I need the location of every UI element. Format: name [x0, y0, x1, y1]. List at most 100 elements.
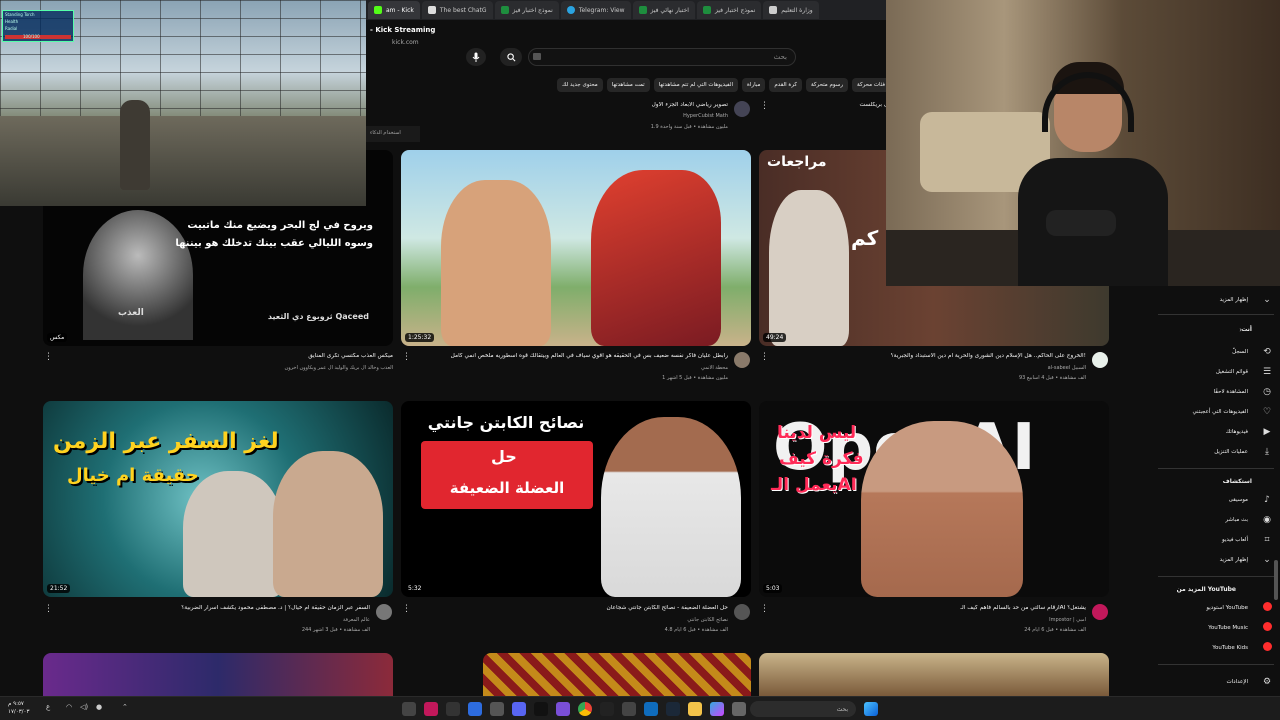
tab-chatgpt[interactable]: The best ChatG — [421, 1, 493, 19]
channel-name[interactable]: al-sabeel السبيل — [980, 365, 1086, 371]
video-meta: 1.9 مليون مشاهدة • قبل سنة واحدة — [650, 124, 728, 130]
channel-avatar[interactable] — [1092, 604, 1108, 620]
windows-start-icon[interactable] — [864, 702, 878, 716]
search-button[interactable] — [500, 48, 522, 66]
channel-avatar[interactable] — [376, 604, 392, 620]
channel-name[interactable]: محطة الانمي — [560, 365, 728, 371]
tab-form-2[interactable]: اختبار نهائي فيز — [632, 1, 695, 19]
channel-avatar[interactable] — [1092, 352, 1108, 368]
video-thumbnail[interactable]: 1:25:32 — [401, 150, 751, 346]
file-explorer-icon[interactable] — [688, 702, 702, 716]
chevron-up-icon[interactable]: ⌃ — [122, 703, 128, 711]
steam-icon[interactable] — [666, 702, 680, 716]
volume-icon[interactable]: ◁) — [80, 703, 88, 711]
app-icon[interactable] — [424, 702, 438, 716]
chip[interactable]: رسوم متحركة — [805, 78, 848, 92]
divider — [1158, 664, 1274, 665]
tab-form-3[interactable]: نموذج اختبار فيز — [696, 1, 762, 19]
video-title[interactable]: تصوير رياضي الأبعاد الجزء الأول — [560, 102, 728, 108]
channel-name[interactable]: Impostor | أمبي — [970, 617, 1086, 623]
sidebar-item-music[interactable]: موسيقى ♪ — [1156, 492, 1274, 508]
task-view-icon[interactable] — [732, 702, 746, 716]
channel-name[interactable]: HyperCubist Math — [600, 113, 728, 119]
more-options-icon[interactable]: ⋮ — [760, 352, 769, 362]
chip[interactable]: تمت مشاهدتها — [606, 78, 650, 92]
sidebar-item-yt-studio[interactable]: استوديو YouTube — [1156, 600, 1274, 616]
more-options-icon[interactable]: ⋮ — [402, 604, 411, 614]
sidebar-item-downloads[interactable]: عمليات التنزيل ⤓ — [1156, 444, 1274, 460]
video-thumbnail[interactable] — [483, 653, 751, 696]
video-title[interactable]: الخروج على الحاكم.. هل الإسلام دين الشور… — [760, 353, 1086, 359]
sidebar-item-your-videos[interactable]: فيديوهاتك ▶ — [1156, 424, 1274, 440]
discord-icon[interactable] — [512, 702, 526, 716]
channel-name[interactable]: عالم المعرفة — [260, 617, 370, 623]
chip[interactable]: كرة القدم — [769, 78, 802, 92]
app-icon[interactable] — [556, 702, 570, 716]
sidebar-item-playlists[interactable]: قوائم التشغيل ☰ — [1156, 364, 1274, 380]
channel-avatar[interactable] — [734, 604, 750, 620]
search-input[interactable]: بحث — [528, 48, 796, 66]
video-title[interactable]: رابطل عليان فاكر نفسه ضعيف بس في الحقيقه… — [420, 353, 728, 359]
video-title[interactable]: ميكس العذب مكتسي تكرى المنايق — [60, 353, 393, 359]
video-thumbnail[interactable] — [43, 653, 393, 696]
forms-icon — [500, 6, 509, 14]
show-more-button[interactable]: إظهار المزيد ⌄ — [1156, 292, 1274, 308]
language-indicator[interactable]: ع — [46, 703, 50, 711]
tab-form-1[interactable]: نموذج اختبار فيز — [494, 1, 559, 19]
video-thumbnail[interactable]: لغز السفر عبر الزمن حقيقة ام خيال 21:52 — [43, 401, 393, 597]
mic-icon[interactable]: ● — [96, 703, 102, 711]
video-title[interactable]: حل العضلة الضعيفة - نصائح الكابتن جانتي … — [420, 605, 728, 611]
playlist-icon: ☰ — [1262, 367, 1272, 377]
sidebar-item-gaming[interactable]: ألعاب فيديو ⌗ — [1156, 532, 1274, 548]
chip[interactable]: محتوى جديد لك — [556, 78, 603, 92]
sidebar-item-settings[interactable]: الإعدادات ⚙ — [1156, 674, 1274, 690]
sidebar-item-show-more[interactable]: إظهار المزيد ⌄ — [1156, 552, 1274, 568]
app-icon[interactable] — [622, 702, 636, 716]
kick-dropdown-title[interactable]: - Kick Streaming — [370, 26, 435, 34]
app-icon[interactable] — [402, 702, 416, 716]
channel-avatar[interactable] — [734, 101, 750, 117]
scrollbar-thumb[interactable] — [1274, 560, 1278, 600]
taskbar-search[interactable]: بحث — [750, 701, 856, 717]
speaker-portrait — [273, 451, 383, 597]
copilot-icon[interactable] — [710, 702, 724, 716]
wifi-icon[interactable]: ◠ — [66, 703, 72, 711]
more-options-icon[interactable]: ⋮ — [44, 352, 53, 362]
sidebar-item-history[interactable]: السجلّ ⟲ — [1156, 344, 1274, 360]
channel-avatar[interactable] — [734, 352, 750, 368]
more-options-icon[interactable]: ⋮ — [760, 604, 769, 614]
app-icon[interactable] — [446, 702, 460, 716]
video-title[interactable]: السفر عبر الزمان حقيقة أم خيال؟ | د. مصط… — [60, 605, 370, 611]
app-icon[interactable] — [490, 702, 504, 716]
section-heading-you[interactable]: أنت — [1241, 326, 1252, 333]
outlook-icon[interactable] — [644, 702, 658, 716]
app-icon[interactable] — [600, 702, 614, 716]
sidebar-item-live[interactable]: بث مباشر ◉ — [1156, 512, 1274, 528]
voice-search-button[interactable] — [466, 48, 486, 66]
chip[interactable]: الفيديوهات التي لم تتم مشاهدتها — [653, 78, 739, 92]
tiktok-icon[interactable] — [534, 702, 548, 716]
video-title[interactable]: ل بريكلست — [824, 102, 888, 108]
chip[interactable]: مباراة — [742, 78, 766, 92]
thumbnail-text: العضلة الضعيفة — [449, 479, 565, 497]
tab-ministry[interactable]: وزارة التعليم — [763, 1, 819, 19]
more-options-icon[interactable]: ⋮ — [44, 604, 53, 614]
sidebar-item-yt-kids[interactable]: YouTube Kids — [1156, 640, 1274, 656]
video-title[interactable]: أرقام سالتي من حد بالسالم فاهم كيف الـAI… — [780, 605, 1086, 611]
channel-name[interactable]: نصائح الكابتن جانتي — [600, 617, 728, 623]
chrome-icon[interactable] — [578, 702, 592, 716]
keyboard-icon[interactable] — [533, 53, 541, 60]
more-options-icon[interactable]: ⋮ — [760, 101, 769, 111]
sidebar-item-watch-later[interactable]: المشاهدة لاحقًا ◷ — [1156, 384, 1274, 400]
system-clock[interactable]: ٩:٥٧ م ١٧/٠٣/٠٣ — [8, 700, 29, 716]
app-icon[interactable] — [468, 702, 482, 716]
tab-telegram[interactable]: Telegram: View — [560, 1, 631, 19]
more-options-icon[interactable]: ⋮ — [402, 352, 411, 362]
chip[interactable]: فئات محركة — [852, 78, 890, 92]
video-thumbnail[interactable]: OpenAI ليس لدينا فكرة كيف يعمل الـAI 5:0… — [759, 401, 1109, 597]
video-thumbnail[interactable]: نصائح الكابتن جانتي حل العضلة الضعيفة 5:… — [401, 401, 751, 597]
sidebar-item-liked[interactable]: الفيديوهات التي أعجبتني ♡ — [1156, 404, 1274, 420]
video-thumbnail[interactable] — [759, 653, 1109, 696]
sidebar-item-yt-music[interactable]: YouTube Music — [1156, 620, 1274, 636]
tab-kick[interactable]: am - Kick — [368, 1, 420, 19]
